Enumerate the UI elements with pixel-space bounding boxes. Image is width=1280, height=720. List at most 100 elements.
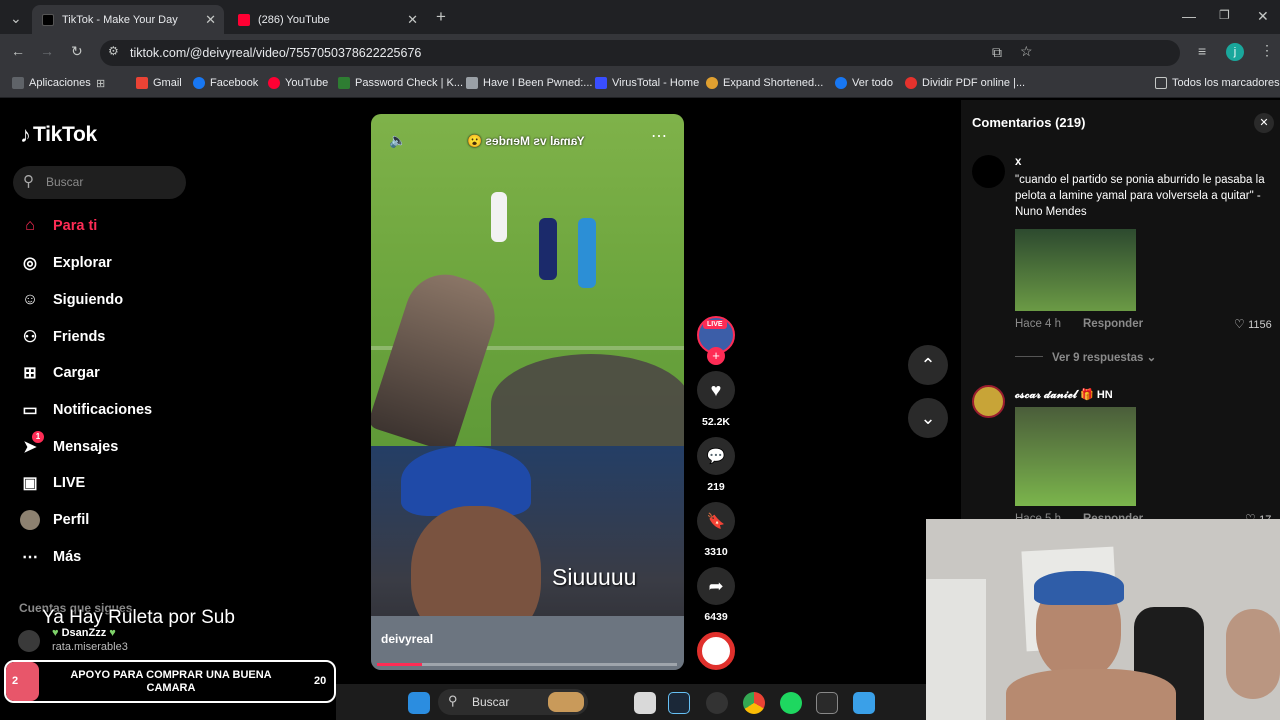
following-avatar[interactable] — [18, 630, 40, 652]
save-button[interactable]: 🔖 — [697, 502, 735, 540]
tiktok-logo[interactable]: ♪ TikTok — [20, 122, 97, 148]
site-info-icon[interactable]: ⚙ — [108, 44, 119, 58]
comment-user[interactable]: 𝓸𝓼𝓬𝓪𝓻 𝓭𝓪𝓷𝓲𝓮𝓵 🎁 HN — [1015, 388, 1113, 402]
nav-cargar[interactable]: ⊞ Cargar — [20, 363, 99, 383]
bookmark-expand-shortened[interactable]: Expand Shortened... — [706, 77, 823, 89]
live-icon: ▣ — [22, 475, 38, 492]
bookmark-all[interactable]: Todos los marcadores — [1155, 77, 1280, 89]
profile-avatar[interactable]: j — [1226, 43, 1244, 61]
bookmark-virustotal[interactable]: VirusTotal - Home — [595, 77, 699, 89]
apps-grid-icon[interactable]: ⊞ — [96, 77, 105, 90]
close-comments-button[interactable]: ✕ — [1254, 113, 1274, 133]
close-tab-icon[interactable]: ✕ — [205, 12, 216, 28]
notification-icon: ▭ — [22, 402, 38, 419]
search-input[interactable]: ⚲ Buscar — [13, 166, 186, 199]
menu-icon[interactable]: ⋮ — [1260, 42, 1274, 59]
comment-image[interactable] — [1015, 229, 1136, 311]
home-icon: ⌂ — [25, 217, 35, 234]
nav-siguiendo[interactable]: ☺ Siguiendo — [20, 290, 123, 310]
task-view-icon[interactable] — [634, 692, 656, 714]
bookmark-ver-todo[interactable]: Ver todo — [835, 77, 893, 89]
comment-avatar[interactable] — [972, 385, 1005, 418]
divider — [1015, 356, 1043, 357]
url-text[interactable]: tiktok.com/@deivyreal/video/755705037862… — [130, 46, 421, 60]
comment-image[interactable] — [1015, 407, 1136, 506]
minimize-icon[interactable]: — — [1182, 8, 1196, 24]
tab-youtube[interactable]: (286) YouTube ✕ — [228, 5, 426, 34]
like-button[interactable]: ♥ — [697, 371, 735, 409]
bookmark-gmail[interactable]: Gmail — [136, 77, 182, 89]
taskbar-search[interactable]: ⚲ Buscar — [438, 689, 588, 715]
nav-explorar[interactable]: ◎ Explorar — [20, 253, 112, 273]
bookmark-star-icon[interactable]: ☆ — [1020, 43, 1033, 60]
comment-text: "cuando el partido se ponia aburrido le … — [1015, 174, 1265, 218]
chrome-icon[interactable] — [743, 692, 765, 714]
video-progress-track[interactable] — [377, 663, 677, 666]
close-tab-icon[interactable]: ✕ — [407, 12, 418, 28]
forward-icon[interactable]: → — [40, 43, 54, 59]
follow-plus-button[interactable]: + — [707, 347, 725, 365]
comment-time: Hace 4 h — [1015, 318, 1062, 330]
nav-live[interactable]: ▣ LIVE — [20, 473, 85, 493]
reload-icon[interactable]: ↻ — [71, 43, 83, 60]
new-tab-button[interactable]: + — [436, 7, 446, 27]
nav-mensajes[interactable]: ➤ 1 Mensajes — [20, 431, 118, 457]
windows-taskbar: ⚲ Buscar — [336, 684, 926, 720]
comment-reply-button[interactable]: Responder — [1083, 318, 1143, 330]
save-count: 3310 — [704, 546, 728, 558]
sound-disc[interactable] — [697, 632, 735, 670]
bookmark-hibp[interactable]: Have I Been Pwned:... — [466, 77, 592, 89]
video-player[interactable]: 🔈 Yamal vs Mendes 😮 ⋯ Siuuuuu deivyreal — [371, 114, 684, 670]
epic-games-icon[interactable] — [816, 692, 838, 714]
obs-icon[interactable] — [706, 692, 728, 714]
bookmark-dividir-pdf[interactable]: Dividir PDF online |... — [905, 77, 1025, 89]
tab-tiktok[interactable]: TikTok - Make Your Day ✕ — [32, 5, 224, 34]
bookmark-youtube[interactable]: YouTube — [268, 77, 328, 89]
volume-icon[interactable]: 🔈 — [389, 132, 406, 149]
player-figure — [539, 218, 557, 280]
door — [926, 579, 986, 720]
spotify-icon[interactable] — [780, 692, 802, 714]
video-more-icon[interactable]: ⋯ — [651, 126, 667, 146]
friends-icon: ⚇ — [22, 329, 38, 346]
bookmark-password-check[interactable]: Password Check | K... — [338, 77, 463, 89]
app-icon[interactable] — [853, 692, 875, 714]
search-icon: ⚲ — [448, 693, 458, 708]
comment-button[interactable]: 💬 — [697, 437, 735, 475]
start-icon[interactable] — [408, 692, 430, 714]
goal-target: 20 — [314, 675, 327, 687]
address-bar[interactable]: ⚙ tiktok.com/@deivyreal/video/7557050378… — [100, 40, 1180, 66]
upload-icon: ⊞ — [23, 365, 37, 382]
video-caption-text: Siuuuuu — [552, 564, 637, 590]
nav-para-ti[interactable]: ⌂ Para ti — [20, 216, 97, 236]
bookmark-facebook[interactable]: Facebook — [193, 77, 258, 89]
share-button[interactable]: ➦ — [697, 567, 735, 605]
streamer-body — [1006, 669, 1176, 720]
following-user-handle[interactable]: rata.miserable3 — [52, 641, 128, 653]
restore-icon[interactable]: ❐ — [1219, 8, 1230, 22]
video-overlay-title: Yamal vs Mendes 😮 — [467, 134, 585, 148]
facebook-icon — [835, 77, 847, 89]
video-top-frame — [371, 114, 684, 454]
install-app-icon[interactable]: ⧉ — [992, 44, 1002, 61]
next-video-button[interactable]: ⌄ — [908, 398, 948, 438]
comment-user[interactable]: x — [1015, 156, 1021, 168]
video-author[interactable]: deivyreal — [381, 632, 433, 646]
share-count: 6439 — [704, 611, 728, 623]
tab-search-icon[interactable]: ⌄ — [10, 10, 22, 27]
comment-like-button[interactable]: ♡ 1156 — [1234, 317, 1272, 331]
view-replies-button[interactable]: Ver 9 respuestas ⌄ — [1052, 350, 1156, 364]
close-window-icon[interactable]: ✕ — [1257, 8, 1269, 25]
nav-friends[interactable]: ⚇ Friends — [20, 327, 106, 347]
back-icon[interactable]: ← — [11, 43, 25, 59]
media-control-icon[interactable]: ≡ — [1198, 43, 1206, 59]
bookmark-apps[interactable]: Aplicaciones — [12, 77, 91, 89]
nav-perfil[interactable]: Perfil — [20, 510, 89, 530]
pdf-heart-icon — [905, 77, 917, 89]
previous-video-button[interactable]: ⌃ — [908, 345, 948, 385]
share-icon: ➦ — [708, 575, 724, 596]
nav-notificaciones[interactable]: ▭ Notificaciones — [20, 400, 152, 420]
comment-avatar[interactable] — [972, 155, 1005, 188]
nav-mas[interactable]: ⋯ Más — [20, 547, 81, 567]
steam-icon[interactable] — [668, 692, 690, 714]
